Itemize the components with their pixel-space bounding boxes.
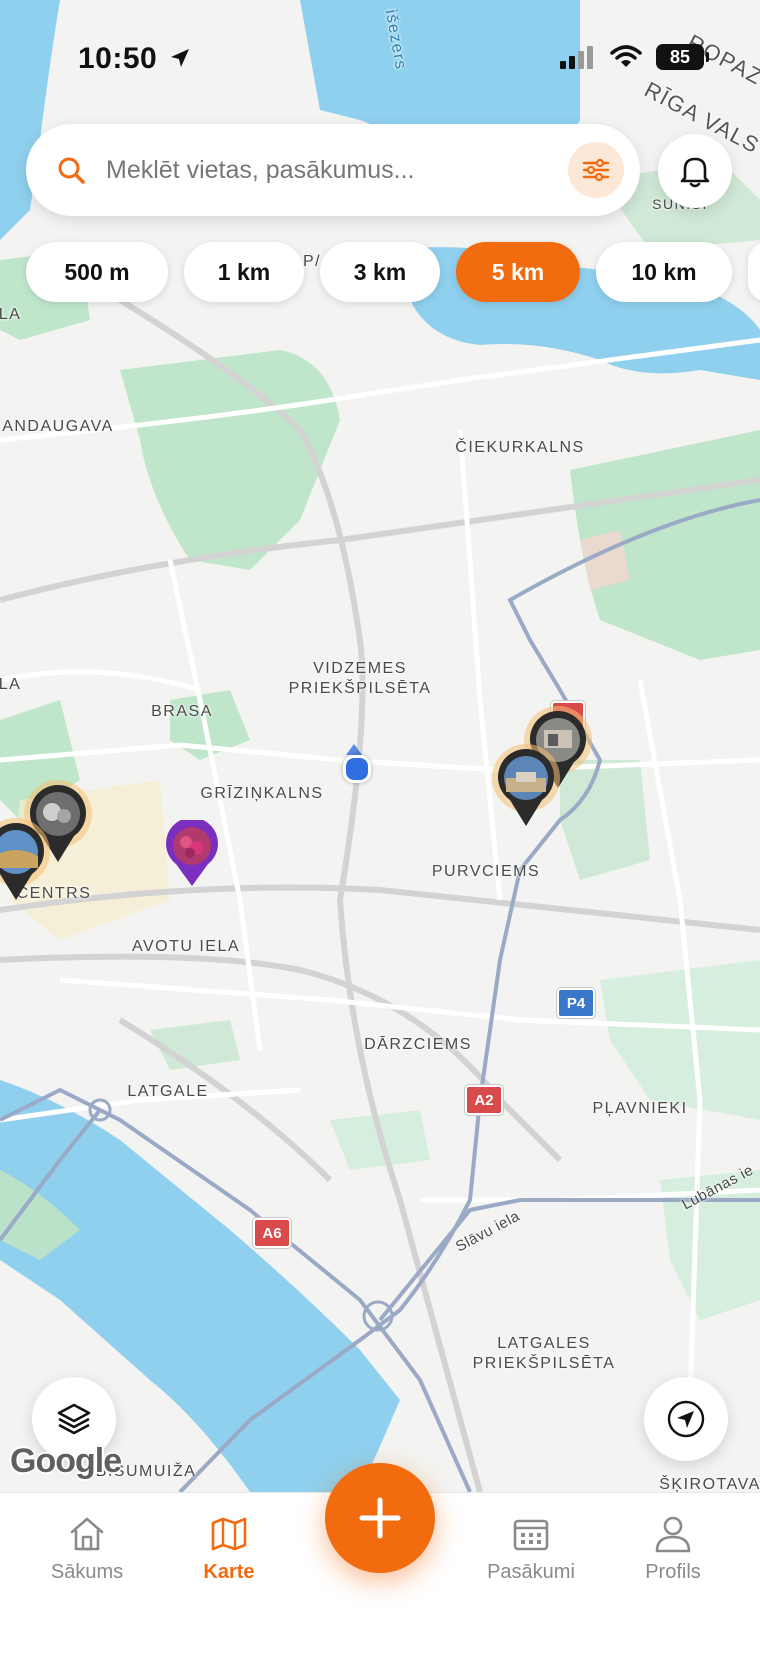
tab-home[interactable]: Sākums — [22, 1515, 152, 1584]
home-icon — [70, 1517, 104, 1551]
map-label-latgale: LATGALE — [127, 1083, 209, 1100]
map-label-avotu-iela: AVOTU IELA — [131, 938, 241, 955]
map-icon — [211, 1517, 247, 1551]
calendar-icon — [513, 1519, 549, 1551]
map-label-purvciems: PURVCIEMS — [431, 863, 541, 880]
radius-chip-3km[interactable]: 3 km — [320, 242, 440, 302]
map-label-andaugava: ANDAUGAVA — [2, 418, 114, 435]
map-view[interactable] — [0, 0, 760, 1492]
radius-chip-more[interactable] — [748, 242, 760, 302]
tab-events-label: Pasākumi — [487, 1561, 575, 1583]
event-pin-grizinkalns[interactable] — [162, 820, 222, 892]
search-bar[interactable]: Meklēt vietas, pasākumus... — [26, 124, 640, 216]
google-logo: Google — [10, 1442, 122, 1480]
map-label-ciekurkalns: ČIEKURKALNS — [455, 439, 585, 456]
radius-chip-500m[interactable]: 500 m — [26, 242, 168, 302]
radius-chip-5km[interactable]: 5 km — [456, 242, 580, 302]
radius-chip-1km[interactable]: 1 km — [184, 242, 304, 302]
navigation-arrow-icon — [667, 1400, 705, 1438]
map-label-grizinkalns: GRĪZIŅKALNS — [200, 785, 324, 802]
profile-icon — [655, 1516, 691, 1553]
notifications-button[interactable] — [658, 134, 732, 208]
map-label-darzciems: DĀRZCIEMS — [364, 1036, 472, 1053]
plus-icon — [359, 1497, 401, 1539]
filter-icon — [582, 158, 610, 182]
map-label-plavnieki: PĻAVNIEKI — [592, 1100, 688, 1117]
map-label-latgales: LATGALES PRIEKŠPILSĒTA — [472, 1335, 616, 1372]
add-button[interactable] — [325, 1463, 435, 1573]
map-label-la-left: LA — [0, 306, 22, 323]
tab-map[interactable]: Karte — [164, 1515, 294, 1584]
battery-indicator: 85 — [656, 44, 709, 70]
place-pin-purvciems-2[interactable] — [488, 742, 564, 834]
recenter-location-button[interactable] — [644, 1377, 728, 1461]
tab-map-label: Karte — [203, 1561, 255, 1583]
map-label-brasa: BRASA — [151, 703, 213, 720]
search-input[interactable]: Meklēt vietas, pasākumus... — [106, 156, 568, 185]
status-time: 10:50 — [78, 42, 192, 76]
tab-events[interactable]: Pasākumi — [466, 1515, 596, 1584]
layers-icon — [57, 1403, 91, 1435]
road-shield-p4: P4 — [557, 988, 595, 1018]
search-icon — [58, 157, 85, 184]
filter-button[interactable] — [568, 142, 624, 198]
place-pin-centrs-2[interactable] — [0, 816, 54, 908]
radius-chip-10km[interactable]: 10 km — [596, 242, 732, 302]
road-shield-a6: A6 — [253, 1218, 291, 1248]
tab-home-label: Sākums — [50, 1561, 124, 1583]
radius-chips: 500 m 1 km 3 km 5 km 10 km — [26, 242, 760, 302]
wifi-icon — [610, 45, 642, 67]
map-label-vidzemes: VIDZEMES PRIEKŠPILSĒTA — [288, 660, 432, 697]
user-location-dot — [343, 755, 371, 783]
road-shield-a2: A2 — [465, 1085, 503, 1115]
status-indicators: 85 — [560, 44, 709, 70]
bell-icon — [680, 157, 710, 188]
status-time-text: 10:50 — [78, 42, 158, 75]
tab-profile[interactable]: Profils — [608, 1515, 738, 1584]
location-arrow-icon — [171, 49, 190, 67]
signal-icon — [560, 46, 593, 69]
tab-profile-label: Profils — [645, 1561, 701, 1583]
map-label-la-mid: LA — [0, 676, 22, 693]
